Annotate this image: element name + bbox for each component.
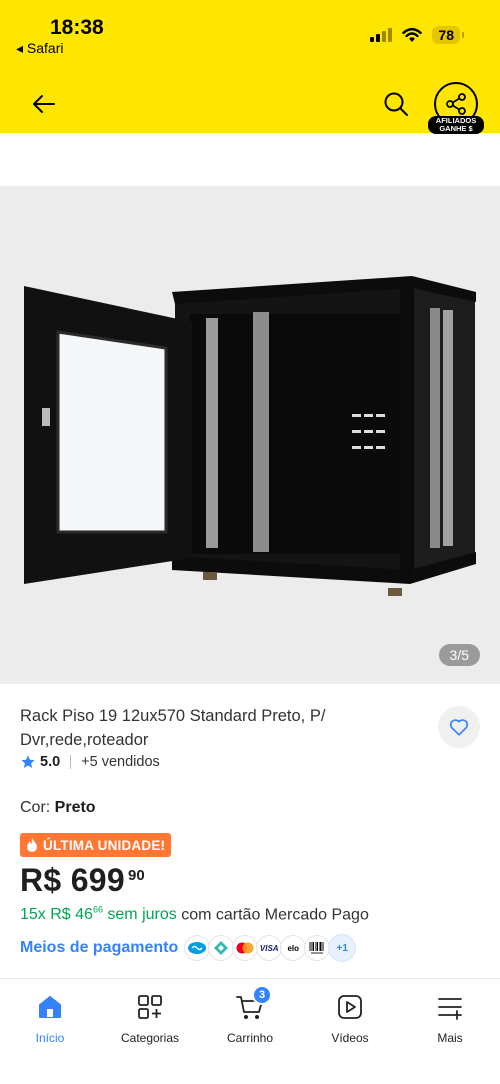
price: R$ 699 90 [20, 862, 145, 899]
heart-icon [449, 719, 469, 736]
more-payment-methods[interactable]: +1 [328, 934, 357, 962]
installments-cents: 66 [92, 905, 103, 915]
affiliate-badge: AFILIADOS GANHE $ [428, 116, 484, 134]
favorite-button[interactable] [438, 706, 480, 748]
installments-amount: 15x R$ 4666 sem juros [20, 905, 177, 924]
nav-videos-label: Vídeos [331, 1031, 369, 1045]
status-time: 18:38 [50, 16, 104, 39]
installments-suffix: com cartão Mercado Pago [176, 906, 369, 924]
search-icon [384, 92, 408, 116]
gallery-counter: 3/5 [438, 644, 480, 666]
cart-count-badge: 3 [252, 985, 272, 1005]
price-cents: 90 [128, 867, 145, 884]
search-button[interactable] [380, 88, 412, 120]
color-label: Cor: [20, 799, 55, 816]
wifi-icon [402, 27, 423, 42]
sold-count: +5 vendidos [81, 754, 160, 770]
nav-categorias[interactable]: Categorias [100, 991, 200, 1045]
nav-carrinho[interactable]: 3 Carrinho [200, 985, 300, 1045]
more-icon [438, 998, 462, 1020]
nav-mais[interactable]: Mais [400, 991, 500, 1045]
nav-mais-label: Mais [437, 1031, 463, 1045]
nav-videos[interactable]: Vídeos [300, 991, 400, 1045]
nav-carrinho-label: Carrinho [226, 1031, 274, 1045]
categories-icon [138, 995, 162, 1019]
color-value: Preto [54, 799, 96, 816]
installments-prefix: 15x R$ 46 [20, 906, 93, 924]
mercado-pago-icon [184, 935, 211, 961]
flame-icon [27, 838, 37, 852]
arrow-left-icon [33, 95, 55, 113]
top-bar: 18:38 ◂ Safari 78 AFILIADOS GANHE $ [0, 0, 500, 136]
product-image-gallery[interactable] [0, 186, 500, 684]
price-main: R$ 699 [20, 862, 125, 898]
signal-icon [370, 28, 393, 42]
last-unit-badge: ÚLTIMA UNIDADE! [20, 833, 172, 857]
installments-info: 15x R$ 4666 sem juros com cartão Mercado… [20, 905, 369, 924]
rating-row[interactable]: 5.0 +5 vendidos [20, 754, 160, 770]
affiliate-share-button[interactable]: AFILIADOS GANHE $ [428, 80, 484, 136]
nav-categorias-label: Categorias [120, 1031, 180, 1045]
battery-indicator: 78 [432, 26, 464, 44]
color-row: Cor: Preto [20, 799, 96, 817]
elo-icon: elo [280, 935, 307, 961]
last-unit-text: ÚLTIMA UNIDADE! [43, 837, 166, 853]
rating-separator [70, 755, 72, 769]
payment-methods-row[interactable]: Meios de pagamento VISA elo +1 [20, 934, 357, 962]
share-icon [446, 93, 466, 115]
visa-icon: VISA [256, 935, 283, 961]
status-icons: 78 [370, 26, 464, 44]
bottom-navigation: Início Categorias 3 Carrinho Vídeos Mais [0, 978, 500, 1084]
back-button[interactable] [28, 88, 60, 120]
pix-icon [208, 935, 235, 961]
product-title: Rack Piso 19 12ux570 Standard Preto, P/ … [20, 707, 326, 749]
mastercard-icon [232, 935, 259, 961]
nav-inicio[interactable]: Início [0, 991, 100, 1045]
star-icon [21, 755, 35, 768]
home-icon [39, 996, 61, 1018]
back-to-safari[interactable]: ◂ Safari [16, 40, 64, 57]
affiliate-badge-line2: GANHE $ [439, 124, 473, 133]
product-image [24, 276, 476, 596]
payment-methods-link[interactable]: Meios de pagamento [20, 939, 178, 957]
nav-inicio-label: Início [35, 1031, 65, 1045]
videos-icon [338, 995, 362, 1019]
boleto-icon [304, 935, 331, 961]
rating-score: 5.0 [40, 754, 61, 770]
installments-interest: sem juros [102, 906, 177, 924]
